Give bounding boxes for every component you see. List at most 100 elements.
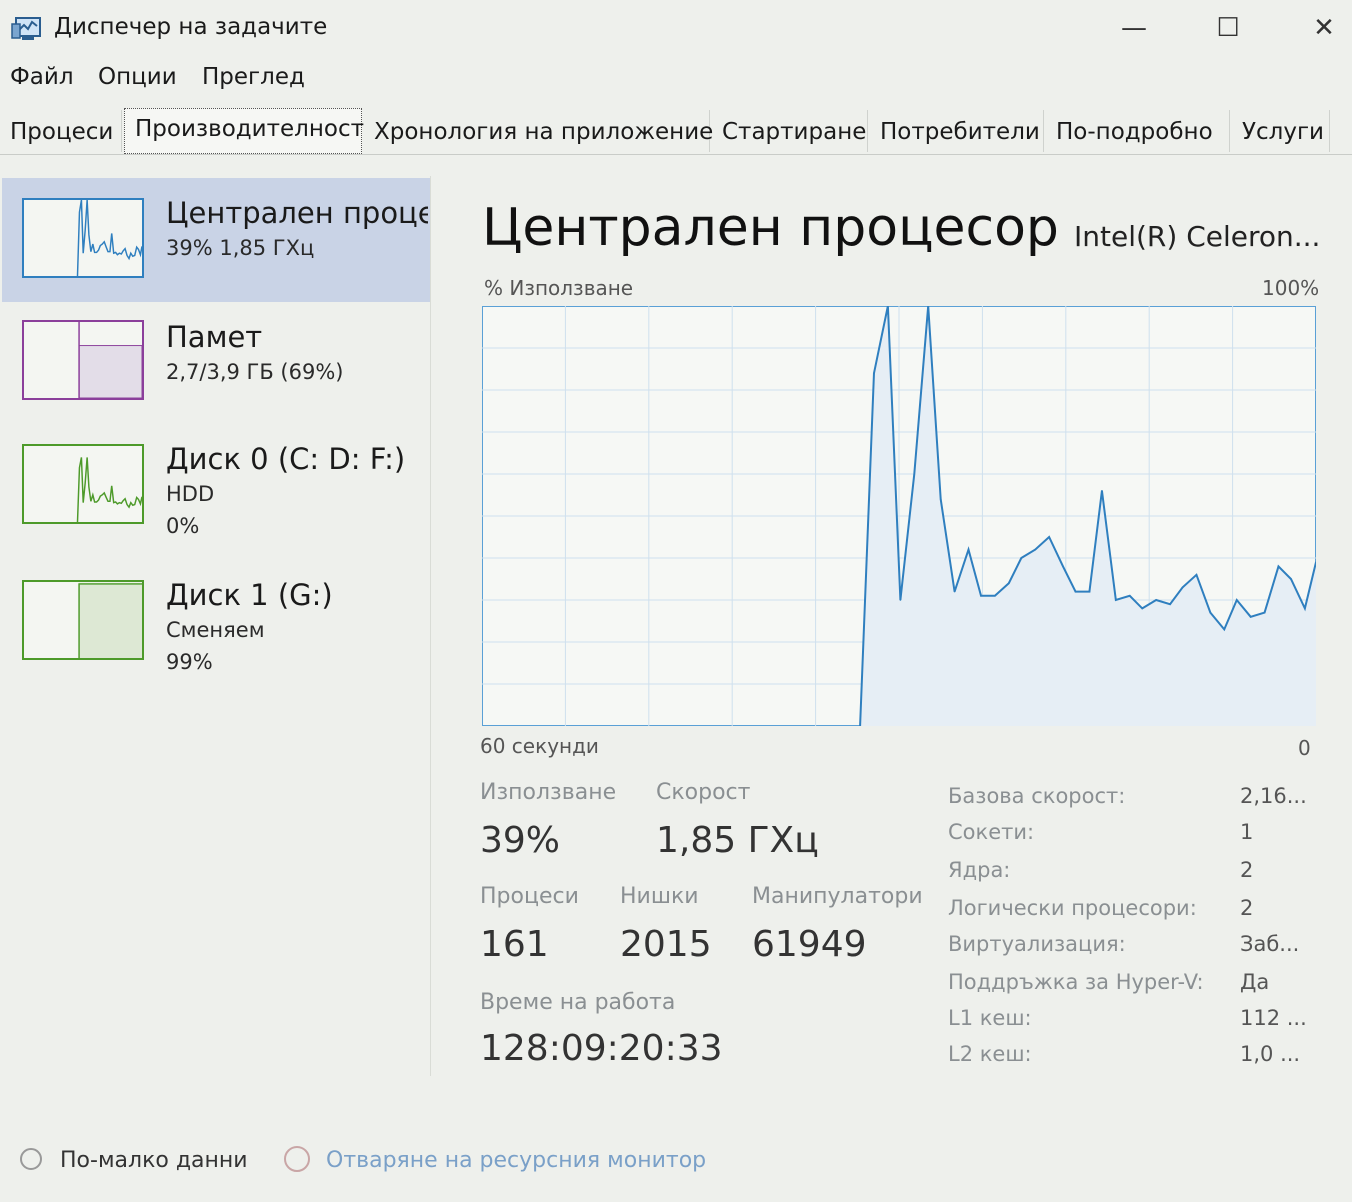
maximize-button[interactable]: ☐ — [1198, 6, 1258, 50]
cpu-data-point — [1034, 548, 1037, 551]
graph-x-min: 0 — [1298, 736, 1311, 760]
cpu-data-point — [1074, 590, 1077, 593]
sidebar-item-cpu[interactable]: Централен проце 39% 1,85 ГХц — [2, 178, 430, 302]
tab-bar: Процеси Производителност Хронология на п… — [0, 108, 1352, 155]
processes-label: Процеси — [480, 884, 579, 909]
fewer-details-link[interactable]: По-малко данни — [60, 1148, 248, 1173]
sockets-label: Сокети: — [948, 820, 1035, 844]
cpu-data-point — [1062, 565, 1064, 568]
cpu-data-point — [1155, 599, 1157, 601]
virtualization-label: Виртуализация: — [948, 932, 1126, 956]
cpu-data-point — [1235, 599, 1238, 601]
cpu-data-point — [1101, 490, 1103, 492]
resource-monitor-icon[interactable] — [284, 1146, 310, 1172]
usage-value: 39% — [480, 820, 561, 861]
cpu-usage-graph — [482, 306, 1316, 726]
hyperv-label: Поддръжка за Hyper-V: — [948, 970, 1204, 994]
tab-services[interactable]: Услуги — [1232, 110, 1330, 152]
l2-cache-value: 1,0 ... — [1240, 1042, 1301, 1066]
disk0-thumbnail — [22, 444, 144, 524]
cpu-data-point — [1128, 595, 1131, 597]
threads-value: 2015 — [620, 924, 712, 965]
tab-processes[interactable]: Процеси — [0, 110, 122, 152]
close-button[interactable]: ✕ — [1294, 6, 1352, 50]
memory-thumbnail — [22, 320, 144, 400]
cpu-data-point — [1277, 565, 1280, 568]
cpu-data-point — [1020, 557, 1023, 559]
cpu-data-point — [1304, 607, 1306, 610]
sidebar-item-detail: 39% 1,85 ГХц — [166, 236, 315, 260]
cpu-data-point — [1290, 578, 1292, 580]
tab-users[interactable]: Потребители — [870, 110, 1044, 152]
page-title: Централен процесор — [482, 198, 1059, 258]
cpu-data-point — [1223, 628, 1226, 631]
tab-performance[interactable]: Производителност — [124, 108, 364, 154]
performance-sidebar: Централен проце 39% 1,85 ГХц Памет 2,7/3… — [0, 176, 431, 1076]
title-bar: Диспечер на задачите — ☐ ✕ — [0, 0, 1352, 60]
sidebar-item-disk1[interactable]: Диск 1 (G:) Сменяем 99% — [2, 574, 430, 698]
sockets-value: 1 — [1240, 820, 1254, 844]
footer: По-малко данни Отваряне на ресурсния мон… — [0, 1140, 1352, 1190]
tab-startup[interactable]: Стартиране — [712, 110, 868, 152]
speed-label: Скорост — [656, 780, 751, 805]
cpu-data-point — [967, 548, 970, 551]
cpu-data-point — [1249, 616, 1252, 618]
cpu-data-point — [953, 590, 956, 593]
logical-processors-value: 2 — [1240, 896, 1254, 920]
cpu-data-point — [913, 473, 916, 475]
sidebar-item-label: Централен проце — [166, 196, 428, 230]
hyperv-value: Да — [1240, 970, 1270, 994]
cpu-data-point — [1088, 590, 1091, 593]
cpu-data-point — [994, 595, 996, 597]
sidebar-item-detail: 2,7/3,9 ГБ (69%) — [166, 360, 344, 384]
graph-y-label: % Използване — [484, 276, 634, 300]
cpu-data-point — [1169, 603, 1171, 605]
tab-details[interactable]: По-подробно — [1046, 110, 1230, 152]
cpu-data-point — [1048, 536, 1050, 538]
open-resource-monitor-link[interactable]: Отваряне на ресурсния монитор — [326, 1148, 706, 1173]
sidebar-item-label: Диск 1 (G:) — [166, 578, 333, 612]
sidebar-item-detail: Сменяем — [166, 618, 265, 642]
cpu-data-point — [1008, 582, 1010, 584]
threads-label: Нишки — [620, 884, 699, 909]
menu-file[interactable]: Файл — [10, 64, 74, 90]
uptime-value: 128:09:20:33 — [480, 1028, 723, 1069]
cpu-thumbnail — [22, 198, 144, 278]
sidebar-item-memory[interactable]: Памет 2,7/3,9 ГБ (69%) — [2, 302, 430, 426]
menu-view[interactable]: Преглед — [202, 64, 305, 90]
processes-value: 161 — [480, 924, 549, 965]
cpu-data-point — [873, 372, 875, 374]
cores-value: 2 — [1240, 858, 1254, 882]
cpu-data-point — [1209, 611, 1212, 614]
cpu-data-point — [939, 498, 942, 500]
graph-x-label: 60 секунди — [480, 734, 599, 758]
tab-app-history[interactable]: Хронология на приложение — [364, 110, 713, 152]
handles-label: Манипулатори — [752, 884, 923, 909]
sidebar-item-detail: HDD — [166, 482, 215, 506]
disk1-thumbnail — [22, 580, 144, 660]
minimize-button[interactable]: — — [1104, 6, 1164, 50]
menu-options[interactable]: Опции — [98, 64, 177, 90]
sidebar-item-percent: 99% — [166, 650, 213, 674]
logical-processors-label: Логически процесори: — [948, 896, 1197, 920]
sidebar-item-label: Диск 0 (C: D: F:) — [166, 442, 406, 476]
usage-label: Използване — [480, 780, 617, 805]
l2-cache-label: L2 кеш: — [948, 1042, 1032, 1066]
cpu-data-point — [1195, 574, 1198, 576]
chevron-up-icon[interactable] — [20, 1148, 42, 1170]
virtualization-value: Заб... — [1240, 932, 1300, 956]
cpu-data-point — [1181, 586, 1184, 589]
cpu-model-name: Intel(R) Celeron... — [1074, 220, 1321, 253]
window-title: Диспечер на задачите — [54, 14, 328, 40]
cpu-data-point — [980, 595, 982, 597]
handles-value: 61949 — [752, 924, 867, 965]
cpu-data-point — [1141, 607, 1144, 610]
l1-cache-value: 112 ... — [1240, 1006, 1307, 1030]
cpu-data-point — [1263, 611, 1266, 614]
graph-y-max: 100% — [1262, 276, 1320, 300]
cpu-data-point — [899, 599, 902, 601]
speed-value: 1,85 ГХц — [656, 820, 819, 861]
l1-cache-label: L1 кеш: — [948, 1006, 1032, 1030]
cpu-data-point — [1115, 599, 1117, 601]
sidebar-item-disk0[interactable]: Диск 0 (C: D: F:) HDD 0% — [2, 438, 430, 562]
